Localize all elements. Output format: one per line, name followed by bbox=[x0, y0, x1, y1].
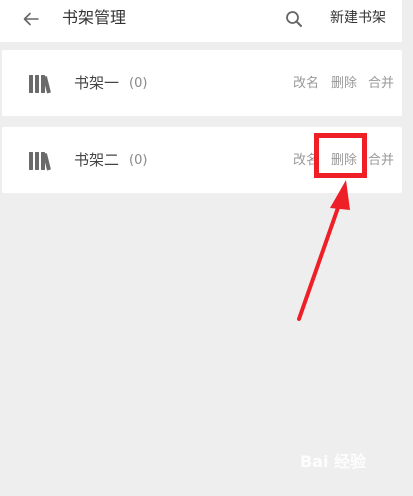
shelf-row: 书架一 (0) 改名 删除 合并 bbox=[2, 50, 402, 116]
bookshelf-icon bbox=[29, 152, 51, 171]
watermark: Bai 经验 bbox=[300, 452, 367, 471]
back-arrow-icon bbox=[23, 12, 39, 26]
top-bar: 书架管理 新建书架 bbox=[0, 0, 402, 42]
highlight-box bbox=[314, 133, 367, 178]
page-title: 书架管理 bbox=[62, 8, 127, 27]
merge-button[interactable]: 合并 bbox=[368, 75, 394, 93]
back-button[interactable] bbox=[18, 7, 44, 31]
search-button[interactable] bbox=[282, 7, 306, 31]
shelf-book-count: (0) bbox=[129, 153, 148, 168]
rename-button[interactable]: 改名 bbox=[293, 75, 319, 93]
pointer-arrow-icon bbox=[297, 180, 350, 321]
search-icon bbox=[286, 11, 302, 27]
shelf-name[interactable]: 书架二 bbox=[74, 150, 119, 170]
bookshelf-icon bbox=[29, 75, 51, 94]
shelf-name[interactable]: 书架一 bbox=[74, 73, 119, 93]
shelf-book-count: (0) bbox=[129, 76, 148, 91]
delete-button[interactable]: 删除 bbox=[331, 75, 357, 93]
new-shelf-button[interactable]: 新建书架 bbox=[330, 8, 386, 28]
merge-button[interactable]: 合并 bbox=[368, 152, 394, 170]
